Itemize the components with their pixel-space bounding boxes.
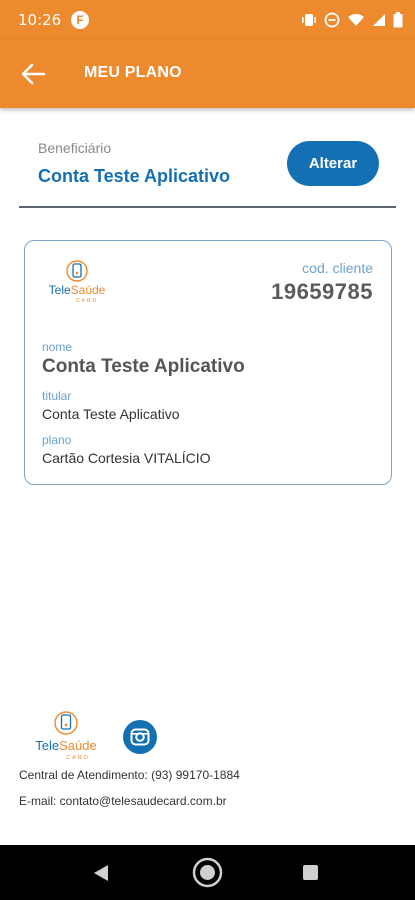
client-code-value: 19659785 — [271, 279, 373, 304]
beneficiary-name: Conta Teste Aplicativo — [38, 166, 231, 186]
recents-square-icon[interactable] — [303, 865, 318, 880]
signal-icon — [373, 14, 385, 26]
vibrate-icon — [302, 14, 316, 26]
client-code-label: cod. cliente — [302, 260, 373, 276]
back-triangle-icon[interactable] — [93, 864, 109, 882]
svg-text:CARD: CARD — [66, 755, 90, 761]
svg-text:TeleSaúde: TeleSaúde — [35, 738, 96, 753]
beneficiary-label: Beneficiário — [38, 140, 112, 156]
plan-value: Cartão Cortesia VITALÍCIO — [42, 450, 211, 466]
contact-email-text: E-mail: contato@telesaudecard.com.br — [19, 794, 227, 808]
do-not-disturb-icon — [324, 12, 340, 28]
page-title: MEU PLANO — [84, 64, 182, 81]
system-nav-bar — [0, 845, 415, 900]
battery-icon — [393, 12, 403, 28]
stethoscope-phone-icon: TeleSaúde CARD — [35, 711, 97, 761]
stethoscope-phone-icon: TeleSaúde CARD — [49, 260, 106, 304]
arrow-left-icon[interactable] — [20, 62, 46, 86]
status-bar: 10:26 F — [0, 0, 415, 40]
svg-text:TeleSaúde: TeleSaúde — [49, 283, 106, 297]
instagram-icon[interactable] — [123, 720, 157, 754]
divider — [19, 206, 396, 208]
telesaude-logo: TeleSaúde CARD — [41, 259, 113, 305]
wifi-icon — [348, 13, 364, 26]
plan-label: plano — [42, 433, 72, 447]
holder-value: Conta Teste Aplicativo — [42, 406, 180, 422]
status-icons — [301, 12, 403, 28]
home-circle-icon[interactable] — [192, 857, 223, 888]
plan-card: TeleSaúde CARD cod. cliente 19659785 nom… — [24, 240, 392, 485]
name-label: nome — [42, 340, 73, 354]
app-bar: MEU PLANO — [0, 40, 415, 108]
contact-phone-text: Central de Atendimento: (93) 99170-1884 — [19, 768, 240, 782]
notification-f-icon: F — [71, 11, 89, 29]
footer-telesaude-logo: TeleSaúde CARD — [26, 710, 106, 762]
holder-label: titular — [42, 389, 72, 403]
svg-text:CARD: CARD — [76, 298, 98, 304]
status-time: 10:26 — [18, 11, 62, 29]
name-value: Conta Teste Aplicativo — [42, 356, 245, 377]
change-beneficiary-button[interactable]: Alterar — [287, 141, 379, 186]
